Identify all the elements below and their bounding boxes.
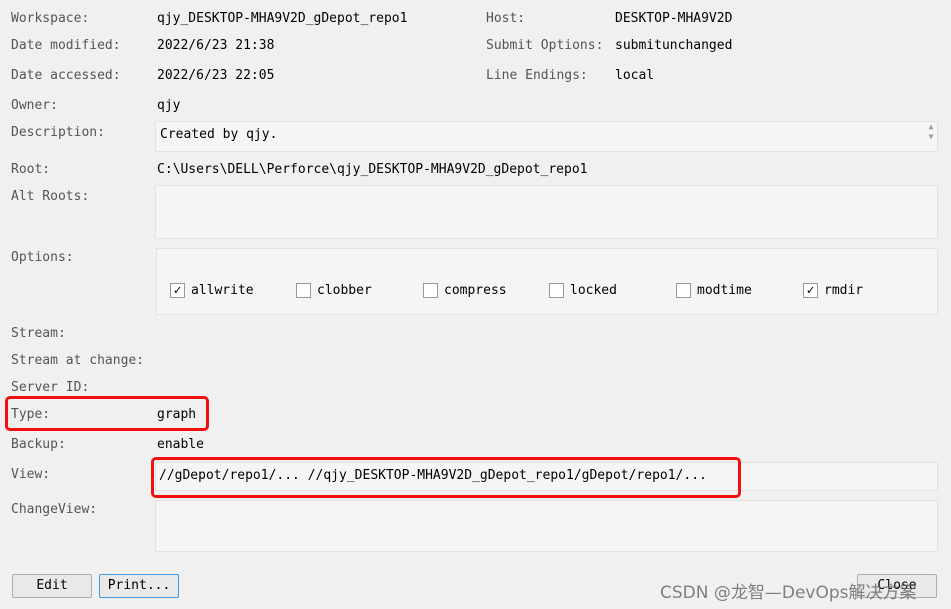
date-accessed-label: Date accessed: [11,68,121,83]
type-highlight [5,396,209,431]
change-view-label: ChangeView: [11,502,98,517]
stream-at-change-label: Stream at change: [11,353,145,368]
root-value: C:\Users\DELL\Perforce\qjy_DESKTOP-MHA9V… [157,162,588,177]
option-compress-checkbox[interactable]: compress [423,283,507,298]
checkbox-box[interactable] [549,283,564,298]
workspace-label: Workspace: [11,11,90,26]
checkmark-icon[interactable]: ✓ [803,283,818,298]
description-value: Created by qjy. [160,127,278,142]
view-label: View: [11,467,51,482]
submit-options-value: submitunchanged [615,38,733,53]
option-label: modtime [697,283,752,298]
option-label: allwrite [191,283,254,298]
checkbox-box[interactable] [423,283,438,298]
date-modified-value: 2022/6/23 21:38 [157,38,275,53]
alt-roots-field[interactable] [155,185,938,239]
option-label: compress [444,283,507,298]
description-label: Description: [11,125,105,140]
date-accessed-value: 2022/6/23 22:05 [157,68,275,83]
line-endings-label: Line Endings: [486,68,588,83]
host-value: DESKTOP-MHA9V2D [615,11,733,26]
scrollbar[interactable]: ▲ ▼ [925,122,937,151]
server-id-label: Server ID: [11,380,90,395]
checkmark-icon[interactable]: ✓ [170,283,185,298]
option-allwrite-checkbox[interactable]: ✓ allwrite [170,283,254,298]
option-clobber-checkbox[interactable]: clobber [296,283,372,298]
watermark: CSDN @龙智—DevOps解决方案 [660,583,917,603]
owner-value: qjy [157,98,181,113]
description-field[interactable]: Created by qjy. ▲ ▼ [155,121,938,152]
option-label: rmdir [824,283,864,298]
checkbox-box[interactable] [296,283,311,298]
option-label: clobber [317,283,372,298]
options-group [156,248,938,315]
scroll-up-icon[interactable]: ▲ [925,122,937,132]
workspace-value: qjy_DESKTOP-MHA9V2D_gDepot_repo1 [157,11,408,26]
line-endings-value: local [615,68,655,83]
edit-button[interactable]: Edit [12,574,92,598]
owner-label: Owner: [11,98,58,113]
options-label: Options: [11,250,74,265]
backup-value: enable [157,437,204,452]
backup-label: Backup: [11,437,66,452]
scroll-down-icon[interactable]: ▼ [925,132,937,142]
alt-roots-label: Alt Roots: [11,189,90,204]
option-label: locked [570,283,617,298]
checkbox-box[interactable] [676,283,691,298]
date-modified-label: Date modified: [11,38,121,53]
change-view-field[interactable] [155,500,938,552]
host-label: Host: [486,11,526,26]
print-button[interactable]: Print... [99,574,179,598]
view-highlight [151,457,741,498]
root-label: Root: [11,162,51,177]
stream-label: Stream: [11,326,66,341]
submit-options-label: Submit Options: [486,38,604,53]
option-rmdir-checkbox[interactable]: ✓ rmdir [803,283,863,298]
option-locked-checkbox[interactable]: locked [549,283,617,298]
option-modtime-checkbox[interactable]: modtime [676,283,752,298]
